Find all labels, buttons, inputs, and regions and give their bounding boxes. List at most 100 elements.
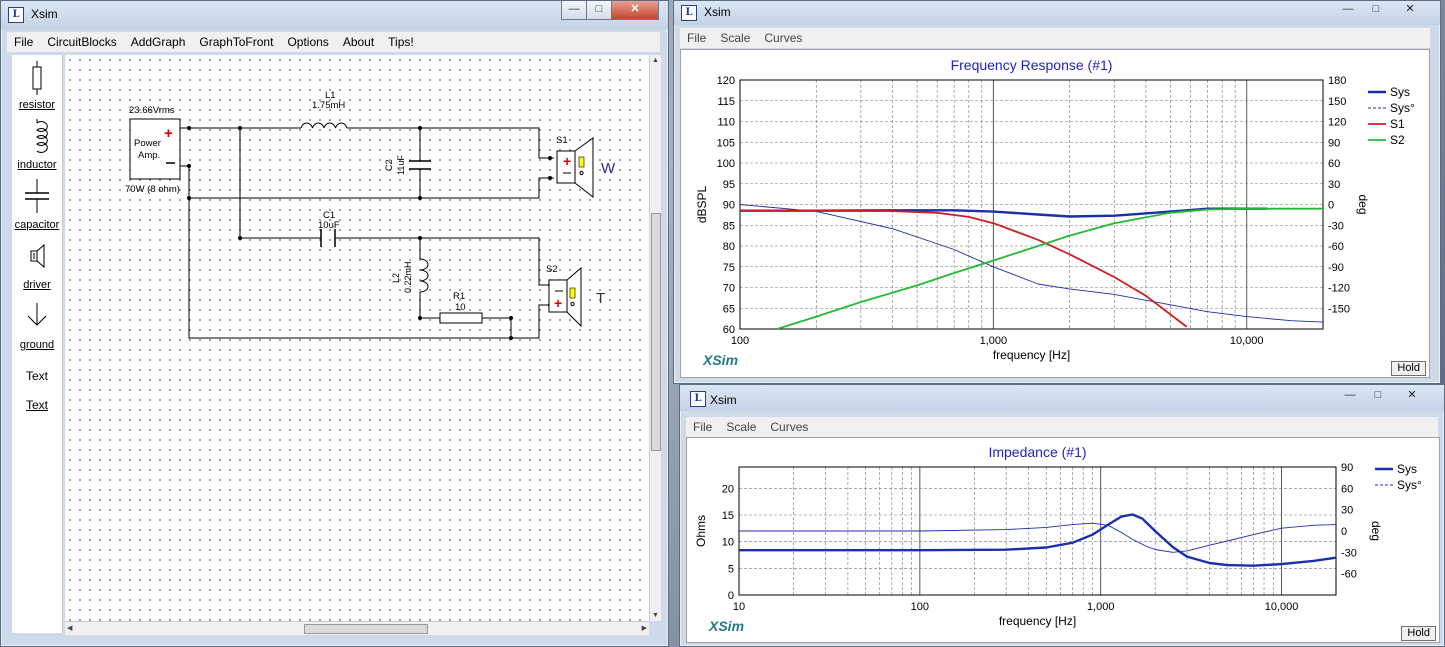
S1-name: S1 [556, 135, 568, 146]
y2-tick-label: -90 [1328, 262, 1344, 274]
y2-tick-label: 30 [1341, 505, 1353, 517]
menu-curves[interactable]: Curves [763, 420, 815, 434]
menu-tips[interactable]: Tips! [381, 35, 421, 49]
schematic-canvas[interactable]: + + + 23.66Vrms Power Amp. 70W (8 ohm) L… [65, 55, 649, 621]
L2-name: L2 [391, 273, 401, 283]
y-tick-label: 115 [717, 96, 735, 108]
inductor-icon[interactable] [12, 119, 62, 155]
capacitor-C2[interactable] [409, 160, 431, 170]
menu-options[interactable]: Options [280, 35, 335, 49]
scroll-up-arrow[interactable]: ▲ [652, 57, 659, 64]
frequency-titlebar[interactable]: L Xsim — □ ✕ [674, 1, 1440, 25]
y2-tick-label: -60 [1328, 241, 1344, 253]
x-tick-label: 10,000 [1265, 601, 1299, 613]
inductor-L2[interactable] [419, 258, 429, 293]
legend-label: Sys° [1390, 101, 1415, 115]
S2-name: S2 [546, 264, 558, 275]
x-tick-label: 100 [911, 601, 929, 613]
scroll-left-arrow[interactable]: ◀ [67, 624, 72, 632]
y-tick-label: 90 [723, 200, 735, 212]
resistor-R1[interactable] [439, 312, 483, 324]
chart-title: Impedance (#1) [988, 444, 1086, 460]
frequency-graph-pane: Frequency Response (#1) 60 65 70 75 80 85 90 95 1… [680, 49, 1430, 378]
minimize-button[interactable]: — [1334, 1, 1362, 19]
amp-voltage-label: 23.66Vrms [129, 105, 175, 116]
y-tick-label: 15 [722, 510, 734, 522]
palette-label-resistor[interactable]: resistor [12, 99, 62, 111]
amp-label-line2: Amp. [138, 150, 160, 161]
y2-tick-label: 30 [1328, 179, 1340, 191]
frequency-chart[interactable]: Frequency Response (#1) 60 65 70 75 80 85 90 95 1… [681, 50, 1429, 377]
hold-button[interactable]: Hold [1401, 626, 1436, 641]
scroll-right-arrow[interactable]: ▶ [642, 624, 647, 632]
resistor-icon[interactable] [12, 61, 62, 97]
menu-curves[interactable]: Curves [757, 31, 809, 45]
palette-label-inductor[interactable]: inductor [12, 159, 62, 171]
close-button[interactable]: ✕ [1392, 387, 1432, 405]
y2-tick-label: 0 [1341, 526, 1347, 538]
maximize-button[interactable]: □ [586, 1, 612, 20]
menu-scale[interactable]: Scale [719, 420, 763, 434]
palette-label-ground[interactable]: ground [12, 339, 62, 351]
palette-label-capacitor[interactable]: capacitor [12, 219, 62, 231]
y2-tick-label: 90 [1341, 462, 1353, 474]
capacitor-C1[interactable] [320, 229, 336, 247]
x-tick-label: 1,000 [980, 335, 1008, 347]
x-tick-label: 10,000 [1230, 335, 1264, 347]
minimize-button[interactable]: — [561, 1, 587, 20]
L1-value: 1.75mH [312, 100, 345, 111]
horizontal-scrollbar[interactable]: ◀ ▶ [65, 621, 649, 635]
y2-tick-label: -150 [1328, 303, 1350, 315]
amp-label-line1: Power [134, 138, 161, 149]
palette-text-plain[interactable]: Text [12, 369, 62, 383]
menu-scale[interactable]: Scale [713, 31, 757, 45]
speaker-S1[interactable]: + [556, 137, 594, 199]
menu-about[interactable]: About [336, 35, 381, 49]
y2-tick-label: -30 [1341, 547, 1357, 559]
menu-file[interactable]: File [680, 31, 713, 45]
impedance-titlebar[interactable]: L Xsim — □ ✕ [680, 385, 1444, 411]
horizontal-scroll-thumb[interactable] [304, 624, 428, 634]
menu-addgraph[interactable]: AddGraph [124, 35, 193, 49]
L2-value: 0.22mH [403, 261, 413, 293]
y-tick-label: 65 [723, 303, 735, 315]
main-window-title: Xsim [31, 7, 58, 21]
impedance-chart[interactable]: Impedance (#1)05101520-60-30030609010 100… [687, 438, 1439, 642]
main-titlebar[interactable]: L Xsim — □ ✕ [1, 1, 668, 29]
menu-circuitblocks[interactable]: CircuitBlocks [40, 35, 123, 49]
close-button[interactable]: ✕ [1390, 1, 1430, 19]
scroll-down-arrow[interactable]: ▼ [652, 612, 659, 619]
impedance-menubar: File Scale Curves [686, 417, 1438, 437]
menu-file[interactable]: File [7, 35, 40, 49]
y2-tick-label: 120 [1328, 117, 1346, 129]
close-button[interactable]: ✕ [611, 1, 659, 20]
vertical-scroll-thumb[interactable] [651, 213, 661, 451]
maximize-button[interactable]: □ [1362, 1, 1390, 19]
minimize-button[interactable]: — [1336, 387, 1364, 405]
maximize-button[interactable]: □ [1364, 387, 1392, 405]
menu-graphtofront[interactable]: GraphToFront [192, 35, 280, 49]
y2-tick-label: 60 [1341, 483, 1353, 495]
capacitor-icon[interactable] [12, 179, 62, 215]
inductor-L1[interactable] [300, 122, 348, 129]
hold-button[interactable]: Hold [1391, 361, 1426, 376]
ground-icon[interactable] [12, 301, 62, 331]
svg-text:+: + [554, 295, 562, 311]
palette-text-underlined[interactable]: Text [12, 398, 62, 412]
y2-tick-label: -30 [1328, 220, 1344, 232]
S2-label: T [596, 290, 605, 307]
y-axis-label: Ohms [694, 515, 708, 547]
C2-value: 11uF [396, 155, 406, 175]
menu-file[interactable]: File [686, 420, 719, 434]
y2-tick-label: 60 [1328, 158, 1340, 170]
xsim-watermark: XSim [708, 618, 744, 634]
vertical-scrollbar[interactable]: ▲ ▼ [649, 55, 661, 621]
app-icon: L [8, 7, 24, 23]
speaker-icon[interactable] [12, 241, 62, 273]
speaker-S2[interactable]: + [548, 266, 582, 328]
palette-label-driver[interactable]: driver [12, 279, 62, 291]
y-tick-label: 75 [723, 262, 735, 274]
series-line-sys-phase [740, 204, 1323, 323]
C1-value: 10uF [318, 220, 340, 231]
main-window: L Xsim — □ ✕ File CircuitBlocks AddGraph… [0, 0, 669, 647]
